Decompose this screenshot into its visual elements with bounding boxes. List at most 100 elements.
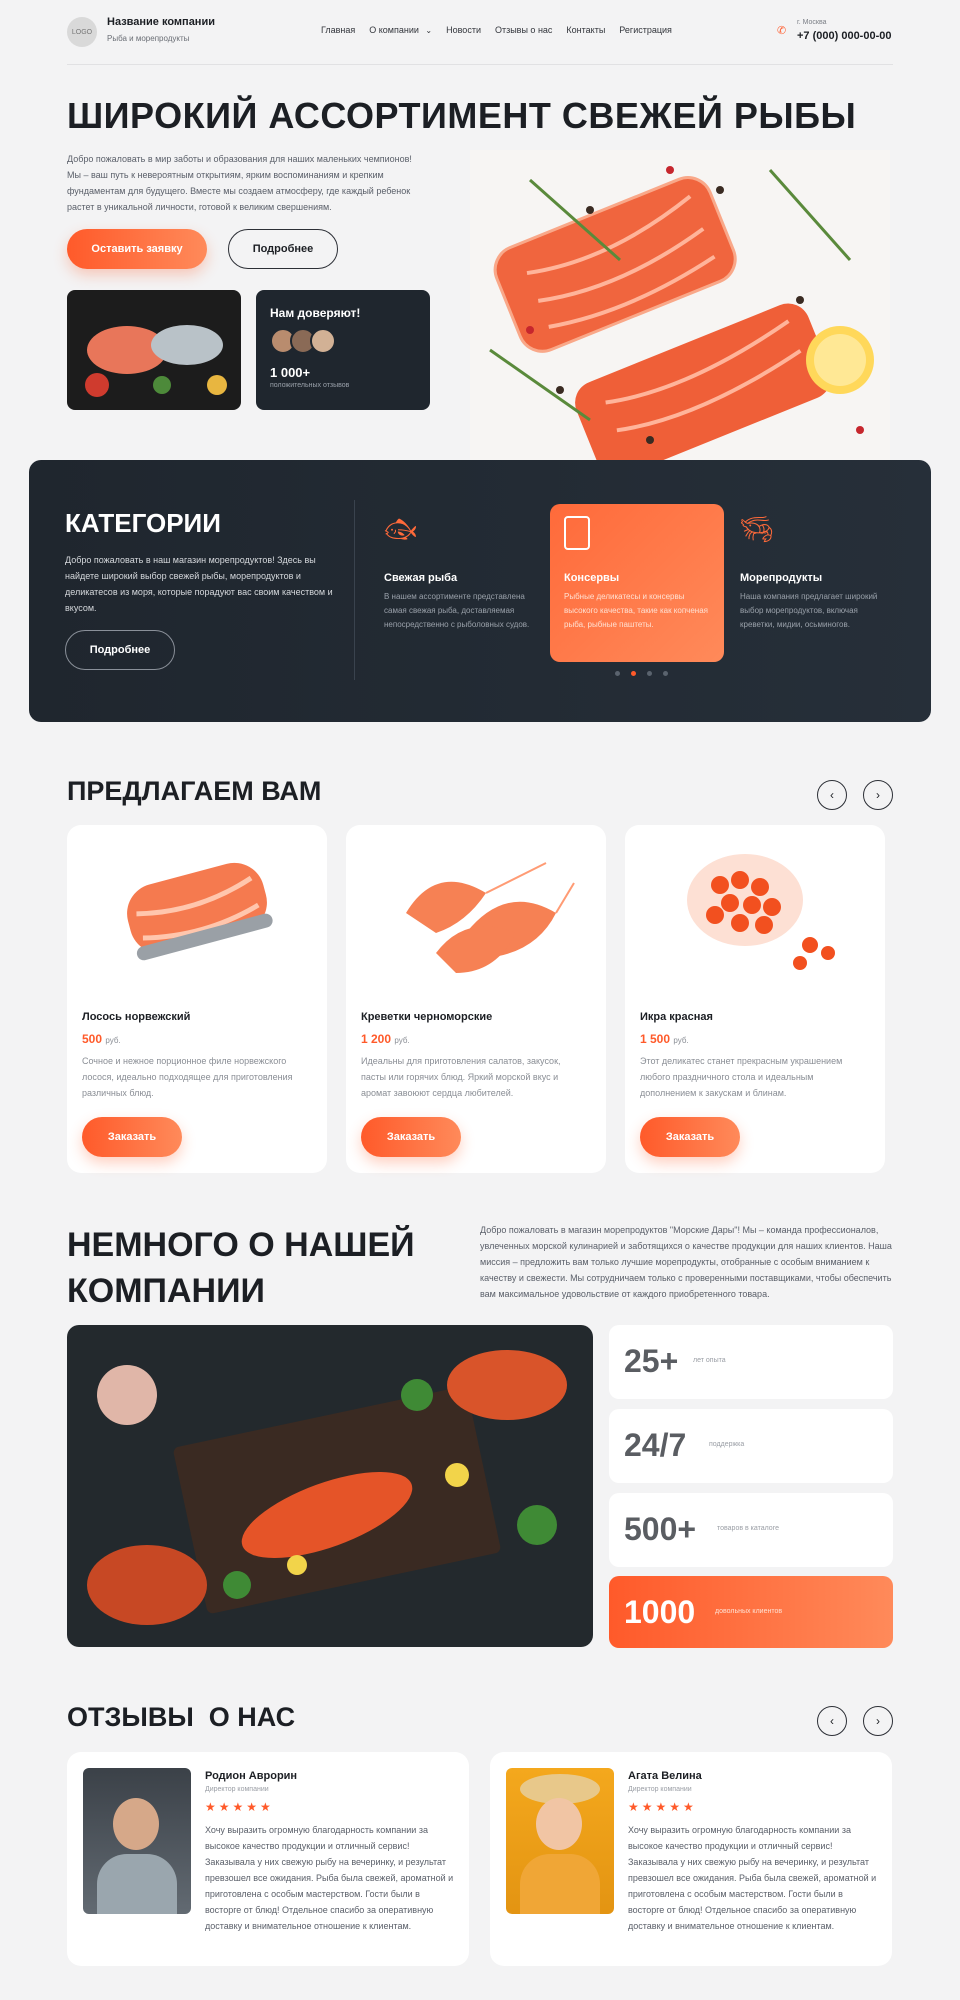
trust-avatars bbox=[270, 328, 336, 354]
offers-section: ПРЕДЛАГАЕМ ВАМ ‹ › Лосось норвежский 500… bbox=[0, 760, 960, 1180]
fish-icon: 🐟︎ bbox=[384, 514, 418, 544]
product-description: Этот деликатес станет прекрасным украшен… bbox=[640, 1056, 843, 1098]
leave-request-button[interactable]: Оставить заявку bbox=[67, 229, 207, 269]
categories-section: КАТЕГОРИИ Добро пожаловать в наш магазин… bbox=[29, 460, 931, 722]
hero: ШИРОКИЙ АССОРТИМЕНТ СВЕЖЕЙ РЫБЫ Добро по… bbox=[0, 65, 960, 477]
category-text: Рыбные деликатесы и консервы высокого ка… bbox=[564, 592, 708, 629]
header: LOGO Название компании Рыба и морепродук… bbox=[0, 0, 960, 65]
stat-value: 25+ bbox=[624, 1343, 679, 1379]
reviews-prev-button[interactable]: ‹ bbox=[817, 1706, 847, 1736]
caviar-image bbox=[660, 845, 850, 975]
stat-label: поддержка bbox=[709, 1441, 745, 1448]
review-card: Родион Аврорин Директор компании ★★★★★ Х… bbox=[67, 1752, 469, 1966]
phone-number[interactable]: +7 (000) 000-00-00 bbox=[797, 30, 891, 42]
reviewer-name: Родион Аврорин bbox=[205, 1770, 298, 1782]
shrimp-icon: 🦐︎ bbox=[740, 514, 774, 544]
stat-value: 500+ bbox=[624, 1511, 697, 1547]
about-text: Добро пожаловать в магазин морепродуктов… bbox=[480, 1225, 892, 1299]
trust-card: Нам доверяют! 1 000+ положительных отзыв… bbox=[256, 290, 430, 410]
category-title: Морепродукты bbox=[740, 572, 823, 584]
order-button[interactable]: Заказать bbox=[361, 1117, 461, 1157]
category-card-fresh-fish[interactable]: 🐟︎ Свежая рыба В нашем ассортименте пред… bbox=[379, 504, 549, 664]
nav-item-home[interactable]: Главная bbox=[321, 25, 355, 35]
reviewer-name: Агата Велина bbox=[628, 1770, 702, 1782]
stat-card-highlight: 1000 довольных клиентов bbox=[609, 1576, 893, 1648]
product-price: 500 руб. bbox=[82, 1032, 121, 1046]
logo[interactable]: LOGO bbox=[67, 17, 97, 47]
order-button[interactable]: Заказать bbox=[82, 1117, 182, 1157]
company-subtitle: Рыба и морепродукты bbox=[107, 34, 190, 43]
nav-item-contacts[interactable]: Контакты bbox=[566, 25, 605, 35]
product-card[interactable]: Креветки черноморские 1 200 руб. Идеальн… bbox=[346, 825, 606, 1173]
offers-title: ПРЕДЛАГАЕМ ВАМ bbox=[67, 776, 322, 806]
stat-card: 25+ лет опыта bbox=[609, 1325, 893, 1399]
trust-title: Нам доверяют! bbox=[270, 306, 361, 320]
product-description: Идеальны для приготовления салатов, заку… bbox=[361, 1056, 561, 1098]
nav-item-reviews[interactable]: Отзывы о нас bbox=[495, 25, 552, 35]
nav-item-register[interactable]: Регистрация bbox=[619, 25, 672, 35]
reviews-section: ОТЗЫВЫ О НАС ‹ › Родион Аврорин Директор… bbox=[0, 1690, 960, 1990]
avatar bbox=[310, 328, 336, 354]
hero-text: Добро пожаловать в мир заботы и образова… bbox=[67, 154, 412, 212]
category-text: Наша компания предлагает широкий выбор м… bbox=[740, 592, 878, 629]
trust-subtitle: положительных отзывов bbox=[270, 382, 350, 389]
canned-fish-icon bbox=[564, 516, 590, 550]
chevron-down-icon: ⌄ bbox=[425, 26, 433, 35]
product-price: 1 200 руб. bbox=[361, 1032, 410, 1046]
seafood-photo-card bbox=[67, 290, 241, 410]
product-name: Икра красная bbox=[640, 1011, 713, 1023]
city: г. Москва bbox=[797, 19, 827, 26]
stat-card: 24/7 поддержка bbox=[609, 1409, 893, 1483]
nav-item-news[interactable]: Новости bbox=[446, 25, 481, 35]
product-card[interactable]: Икра красная 1 500 руб. Этот деликатес с… bbox=[625, 825, 885, 1173]
nav-item-about[interactable]: О компании ⌄ bbox=[369, 25, 432, 35]
about-seafood-image bbox=[67, 1325, 593, 1647]
offers-next-button[interactable]: › bbox=[863, 780, 893, 810]
carousel-dot[interactable] bbox=[647, 671, 652, 676]
review-text: Хочу выразить огромную благодарность ком… bbox=[205, 1825, 454, 1931]
carousel-dot-active[interactable] bbox=[631, 671, 636, 676]
product-price: 1 500 руб. bbox=[640, 1032, 689, 1046]
reviewer-photo bbox=[506, 1768, 614, 1914]
stat-card: 500+ товаров в каталоге bbox=[609, 1493, 893, 1567]
category-text: В нашем ассортименте представлена самая … bbox=[384, 592, 530, 629]
product-card[interactable]: Лосось норвежский 500 руб. Сочное и нежн… bbox=[67, 825, 327, 1173]
product-description: Сочное и нежное порционное филе норвежск… bbox=[82, 1056, 293, 1098]
carousel-dot[interactable] bbox=[615, 671, 620, 676]
reviews-title: ОТЗЫВЫ О НАС bbox=[67, 1702, 296, 1732]
reviewer-role: Директор компании bbox=[205, 1786, 269, 1793]
category-card-canned[interactable]: Консервы Рыбные деликатесы и консервы вы… bbox=[550, 504, 724, 662]
categories-more-button[interactable]: Подробнее bbox=[65, 630, 175, 670]
product-name: Креветки черноморские bbox=[361, 1011, 493, 1023]
order-button[interactable]: Заказать bbox=[640, 1117, 740, 1157]
stat-value: 24/7 bbox=[624, 1427, 687, 1463]
categories-title: КАТЕГОРИИ bbox=[65, 508, 221, 538]
phone-icon: ✆ bbox=[777, 25, 787, 37]
reviewer-photo bbox=[83, 1768, 191, 1914]
category-title: Свежая рыба bbox=[384, 572, 458, 584]
hero-fish-image bbox=[470, 150, 890, 477]
carousel-dots bbox=[615, 671, 668, 676]
about-title: НЕМНОГО О НАШЕЙ КОМПАНИИ bbox=[67, 1226, 415, 1310]
more-button[interactable]: Подробнее bbox=[228, 229, 338, 269]
shrimp-image bbox=[376, 843, 576, 983]
company-name: Название компании bbox=[107, 16, 215, 28]
categories-divider bbox=[354, 500, 355, 680]
hero-title: ШИРОКИЙ АССОРТИМЕНТ СВЕЖЕЙ РЫБЫ bbox=[67, 95, 857, 136]
offers-prev-button[interactable]: ‹ bbox=[817, 780, 847, 810]
carousel-dot[interactable] bbox=[663, 671, 668, 676]
stat-label: товаров в каталоге bbox=[717, 1525, 779, 1532]
stat-value: 1000 bbox=[624, 1594, 696, 1630]
about-section: НЕМНОГО О НАШЕЙ КОМПАНИИ Добро пожаловат… bbox=[0, 1210, 960, 1660]
trust-count: 1 000+ bbox=[270, 365, 311, 380]
categories-text: Добро пожаловать в наш магазин морепроду… bbox=[65, 555, 333, 613]
salmon-image bbox=[107, 843, 287, 973]
main-nav: Главная О компании ⌄ Новости Отзывы о на… bbox=[321, 25, 686, 35]
stat-label: лет опыта bbox=[693, 1357, 726, 1364]
review-text: Хочу выразить огромную благодарность ком… bbox=[628, 1825, 877, 1931]
product-name: Лосось норвежский bbox=[82, 1011, 191, 1023]
rating-stars: ★★★★★ bbox=[205, 1800, 274, 1814]
category-title: Консервы bbox=[564, 572, 620, 584]
category-card-seafood[interactable]: 🦐︎ Морепродукты Наша компания предлагает… bbox=[735, 504, 905, 664]
reviews-next-button[interactable]: › bbox=[863, 1706, 893, 1736]
